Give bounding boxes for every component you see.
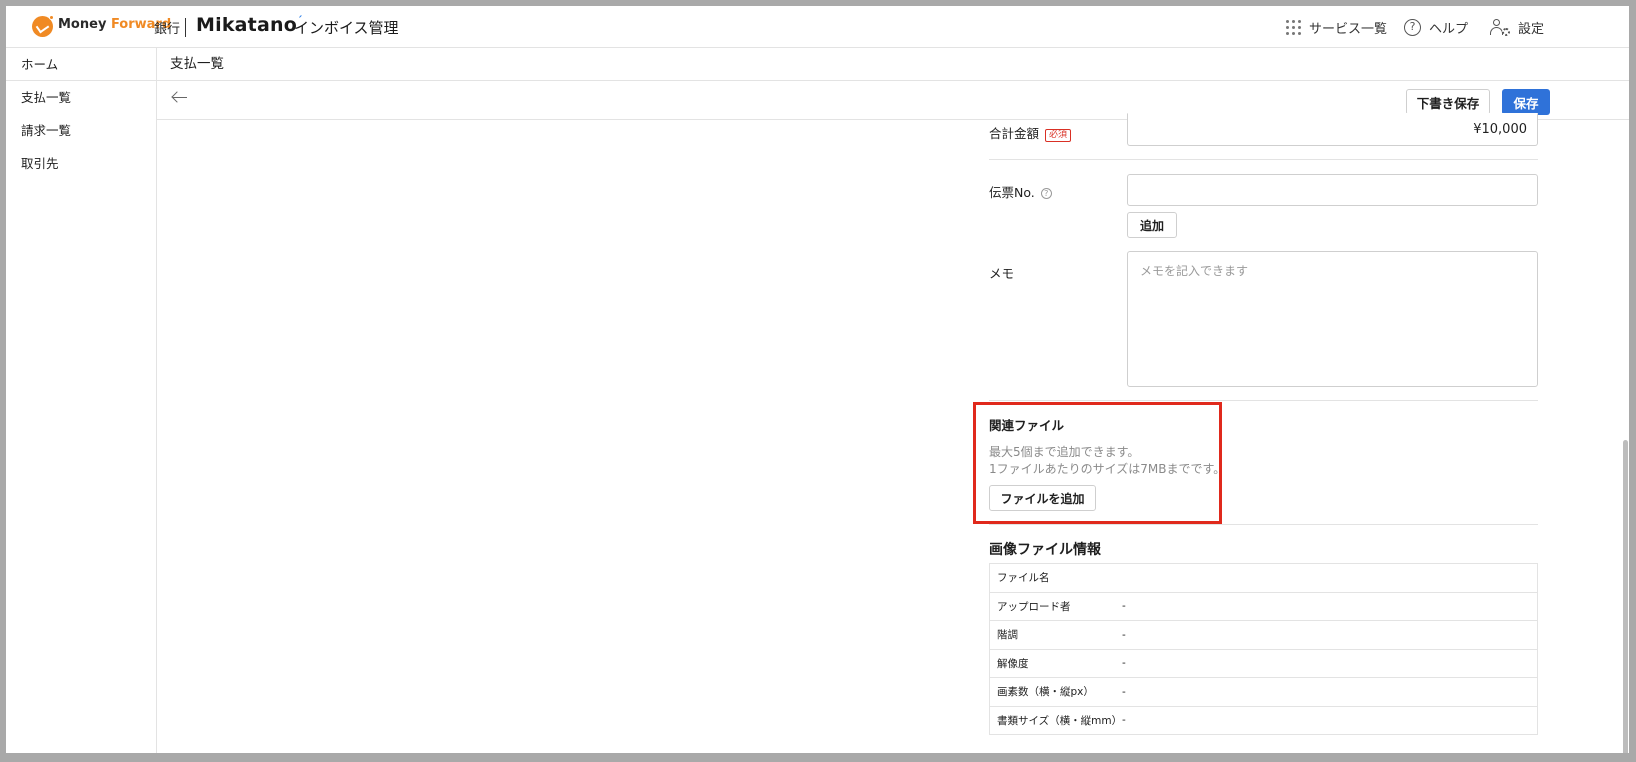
app-window: Money Forward 銀行 Mikatano´ インボイス管理 サービス一…: [6, 6, 1629, 753]
form-divider: [989, 159, 1538, 160]
help-menu[interactable]: ? ヘルプ: [1404, 6, 1468, 48]
sidebar-item-partners[interactable]: 取引先: [6, 147, 156, 180]
info-row-document-size: 書類サイズ（横・縦mm） -: [990, 707, 1537, 735]
services-menu[interactable]: サービス一覧: [1286, 6, 1387, 48]
brand-mikatano[interactable]: Mikatano´: [196, 14, 303, 36]
save-button[interactable]: 保存: [1502, 89, 1550, 115]
info-key: 解像度: [997, 657, 1029, 670]
slip-no-input[interactable]: [1127, 174, 1538, 206]
related-files-note-2: 1ファイルあたりのサイズは7MBまでです。: [989, 462, 1226, 476]
info-row-file-name: ファイル名: [990, 564, 1537, 593]
services-label: サービス一覧: [1309, 21, 1388, 37]
brand-money-text: Money: [58, 17, 111, 32]
help-icon: ?: [1404, 18, 1421, 36]
sidebar-item-invoices[interactable]: 請求一覧: [6, 114, 156, 147]
page-title: 支払一覧: [170, 56, 224, 72]
info-value: -: [1122, 714, 1126, 727]
info-value: -: [1122, 600, 1126, 613]
brand-bank: 銀行: [154, 22, 181, 37]
total-amount-label: 合計金額 必須: [989, 123, 1072, 142]
files-divider: [989, 524, 1538, 525]
app-name: インボイス管理: [294, 19, 399, 37]
brand-divider: [185, 18, 186, 37]
info-value: -: [1122, 628, 1126, 641]
back-arrow-icon[interactable]: [171, 89, 189, 107]
memo-divider: [989, 400, 1538, 401]
required-badge: 必須: [1045, 129, 1072, 142]
memo-label: メモ: [989, 266, 1015, 281]
slip-no-label: 伝票No.?: [989, 182, 1052, 201]
info-row-resolution: 解像度 -: [990, 650, 1537, 678]
info-key: アップロード者: [997, 600, 1071, 613]
add-file-button[interactable]: ファイルを追加: [989, 485, 1096, 511]
save-draft-button[interactable]: 下書き保存: [1406, 89, 1490, 115]
image-info-title: 画像ファイル情報: [989, 542, 1101, 558]
sidebar-item-payments[interactable]: 支払一覧: [6, 81, 156, 114]
info-value: -: [1122, 685, 1126, 698]
add-slip-button[interactable]: 追加: [1127, 212, 1177, 238]
main-scrollbar[interactable]: [1623, 440, 1628, 753]
settings-menu[interactable]: 設定: [1490, 6, 1544, 48]
help-label: ヘルプ: [1429, 21, 1469, 37]
info-key: 画素数（横・縦px）: [997, 686, 1094, 699]
money-forward-logo-icon: [32, 15, 54, 37]
main-content: 支払一覧 下書き保存 保存 合計金額必須 伝票No.? 追加 メモ 関連ファイル…: [157, 48, 1629, 753]
info-row-pixels: 画素数（横・縦px） -: [990, 678, 1537, 707]
slip-no-label-text: 伝票No.: [989, 185, 1035, 200]
related-files-title: 関連ファイル: [989, 418, 1065, 433]
memo-textarea[interactable]: [1127, 251, 1538, 387]
question-icon[interactable]: ?: [1040, 188, 1052, 199]
app-grid-icon: [1286, 19, 1301, 35]
total-amount-input[interactable]: [1127, 113, 1538, 146]
title-divider: [157, 80, 1629, 81]
user-settings-icon: [1490, 18, 1510, 36]
total-amount-label-text: 合計金額: [989, 126, 1040, 141]
info-row-uploader: アップロード者 -: [990, 593, 1537, 621]
info-row-gradation: 階調 -: [990, 621, 1537, 650]
info-key: 書類サイズ（横・縦mm）: [997, 714, 1123, 727]
sidebar: ホーム 支払一覧 請求一覧 取引先: [6, 48, 157, 753]
info-key: ファイル名: [997, 572, 1050, 585]
brand-mikatano-text: Mikatano: [196, 14, 297, 36]
top-header: Money Forward 銀行 Mikatano´ インボイス管理 サービス一…: [6, 6, 1629, 48]
settings-label: 設定: [1518, 21, 1545, 37]
info-value: -: [1122, 657, 1126, 670]
related-files-note-1: 最大5個まで追加できます。: [989, 445, 1140, 459]
sidebar-item-home[interactable]: ホーム: [6, 48, 156, 81]
image-info-table: ファイル名 アップロード者 - 階調 - 解像度 - 画素数（横・縦px） - …: [989, 563, 1538, 735]
info-key: 階調: [997, 629, 1018, 642]
